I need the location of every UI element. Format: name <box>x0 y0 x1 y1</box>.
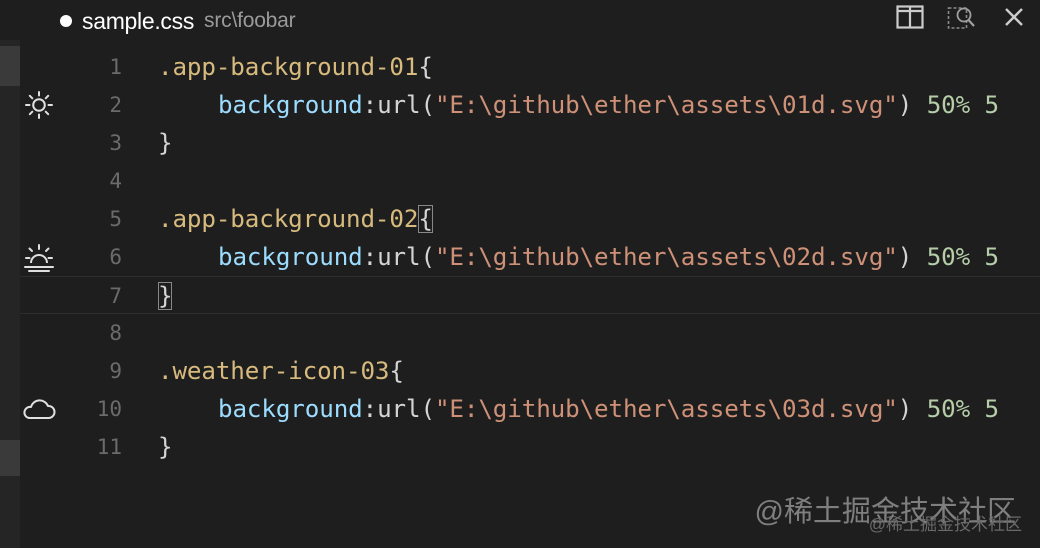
activity-marker <box>0 440 20 476</box>
code-line: 11 } <box>20 428 1040 466</box>
line-number: 11 <box>96 435 122 459</box>
code-text[interactable]: } <box>158 277 173 315</box>
code-text[interactable]: background:url("E:\github\ether\assets\0… <box>158 238 999 276</box>
code-text[interactable]: .app-background-01{ <box>158 48 433 86</box>
code-text[interactable]: } <box>158 428 173 466</box>
line-number: 9 <box>109 359 122 383</box>
code-editor[interactable]: 1 .app-background-01{ 2 background:url("… <box>20 46 1040 548</box>
colon: : <box>362 395 378 423</box>
line-number: 8 <box>109 321 122 345</box>
gutter-preview[interactable] <box>20 88 58 122</box>
css-property: background <box>218 243 363 271</box>
close-brace: } <box>158 129 173 157</box>
close-paren: ) <box>897 395 913 423</box>
activity-marker <box>0 46 20 86</box>
code-line-current: 7 } <box>20 276 1040 314</box>
line-number: 7 <box>109 284 122 308</box>
code-line: 5 .app-background-02{ <box>20 200 1040 238</box>
code-text[interactable]: .app-background-02{ <box>158 200 433 238</box>
tab-file-path: src\foobar <box>204 9 296 32</box>
activity-strip <box>0 40 20 548</box>
code-line: 2 background:url("E:\github\ether\assets… <box>20 86 1040 124</box>
url-function: url( <box>377 91 435 119</box>
colon: : <box>362 91 378 119</box>
url-function: url( <box>377 395 435 423</box>
code-text[interactable]: background:url("E:\github\ether\assets\0… <box>158 86 999 124</box>
position-y: 5 <box>984 395 1000 423</box>
sunrise-icon <box>24 244 54 272</box>
position-x: 50% <box>926 395 971 423</box>
close-paren: ) <box>897 91 913 119</box>
url-string: "E:\github\ether\assets\01d.svg" <box>434 91 898 119</box>
code-line: 3 } <box>20 124 1040 162</box>
watermark-small: @稀土掘金技术社区 <box>868 515 1022 534</box>
open-brace: { <box>418 53 433 81</box>
open-preview-button[interactable] <box>936 0 988 34</box>
close-editor-button[interactable] <box>988 0 1040 34</box>
url-string: "E:\github\ether\assets\02d.svg" <box>434 243 898 271</box>
cloud-icon <box>23 399 56 419</box>
css-selector: .app-background-01 <box>158 53 419 81</box>
css-selector: .weather-icon-03 <box>158 357 390 385</box>
close-paren: ) <box>897 243 913 271</box>
line-number: 10 <box>96 397 122 421</box>
close-brace: } <box>158 433 173 461</box>
gutter-preview[interactable] <box>20 392 58 426</box>
open-brace: { <box>389 357 404 385</box>
line-number: 3 <box>109 131 122 155</box>
split-editor-icon <box>896 5 924 29</box>
css-selector: .app-background-02 <box>158 205 419 233</box>
line-number: 1 <box>109 55 122 79</box>
code-line: 4 <box>20 162 1040 200</box>
code-line: 8 <box>20 314 1040 352</box>
url-string: "E:\github\ether\assets\03d.svg" <box>434 395 898 423</box>
sun-icon <box>25 91 53 119</box>
position-y: 5 <box>984 91 1000 119</box>
editor-tab-sample-css[interactable]: sample.css src\foobar <box>60 4 296 38</box>
code-line: 1 .app-background-01{ <box>20 48 1040 86</box>
unsaved-dot-icon[interactable] <box>60 15 72 27</box>
position-x: 50% <box>926 91 971 119</box>
code-text[interactable]: background:url("E:\github\ether\assets\0… <box>158 390 999 428</box>
open-brace: { <box>418 205 433 233</box>
code-text[interactable]: } <box>158 124 173 162</box>
editor-tab-bar: sample.css src\foobar <box>0 0 1040 40</box>
code-line: 10 background:url("E:\github\ether\asset… <box>20 390 1040 428</box>
position-x: 50% <box>926 243 971 271</box>
close-icon <box>1005 8 1023 26</box>
css-property: background <box>218 91 363 119</box>
line-number: 5 <box>109 207 122 231</box>
open-preview-icon <box>947 7 975 29</box>
split-editor-button[interactable] <box>884 0 936 34</box>
line-number: 6 <box>109 245 122 269</box>
code-line: 6 background:url("E:\github\ether\assets… <box>20 238 1040 276</box>
line-number: 4 <box>109 169 122 193</box>
code-text[interactable]: .weather-icon-03{ <box>158 352 404 390</box>
code-line: 9 .weather-icon-03{ <box>20 352 1040 390</box>
url-function: url( <box>377 243 435 271</box>
editor-actions <box>884 0 1040 34</box>
colon: : <box>362 243 378 271</box>
gutter-preview[interactable] <box>20 240 58 274</box>
css-property: background <box>218 395 363 423</box>
line-number: 2 <box>109 93 122 117</box>
position-y: 5 <box>984 243 1000 271</box>
close-brace: } <box>158 282 173 310</box>
tab-file-name: sample.css <box>82 7 195 34</box>
